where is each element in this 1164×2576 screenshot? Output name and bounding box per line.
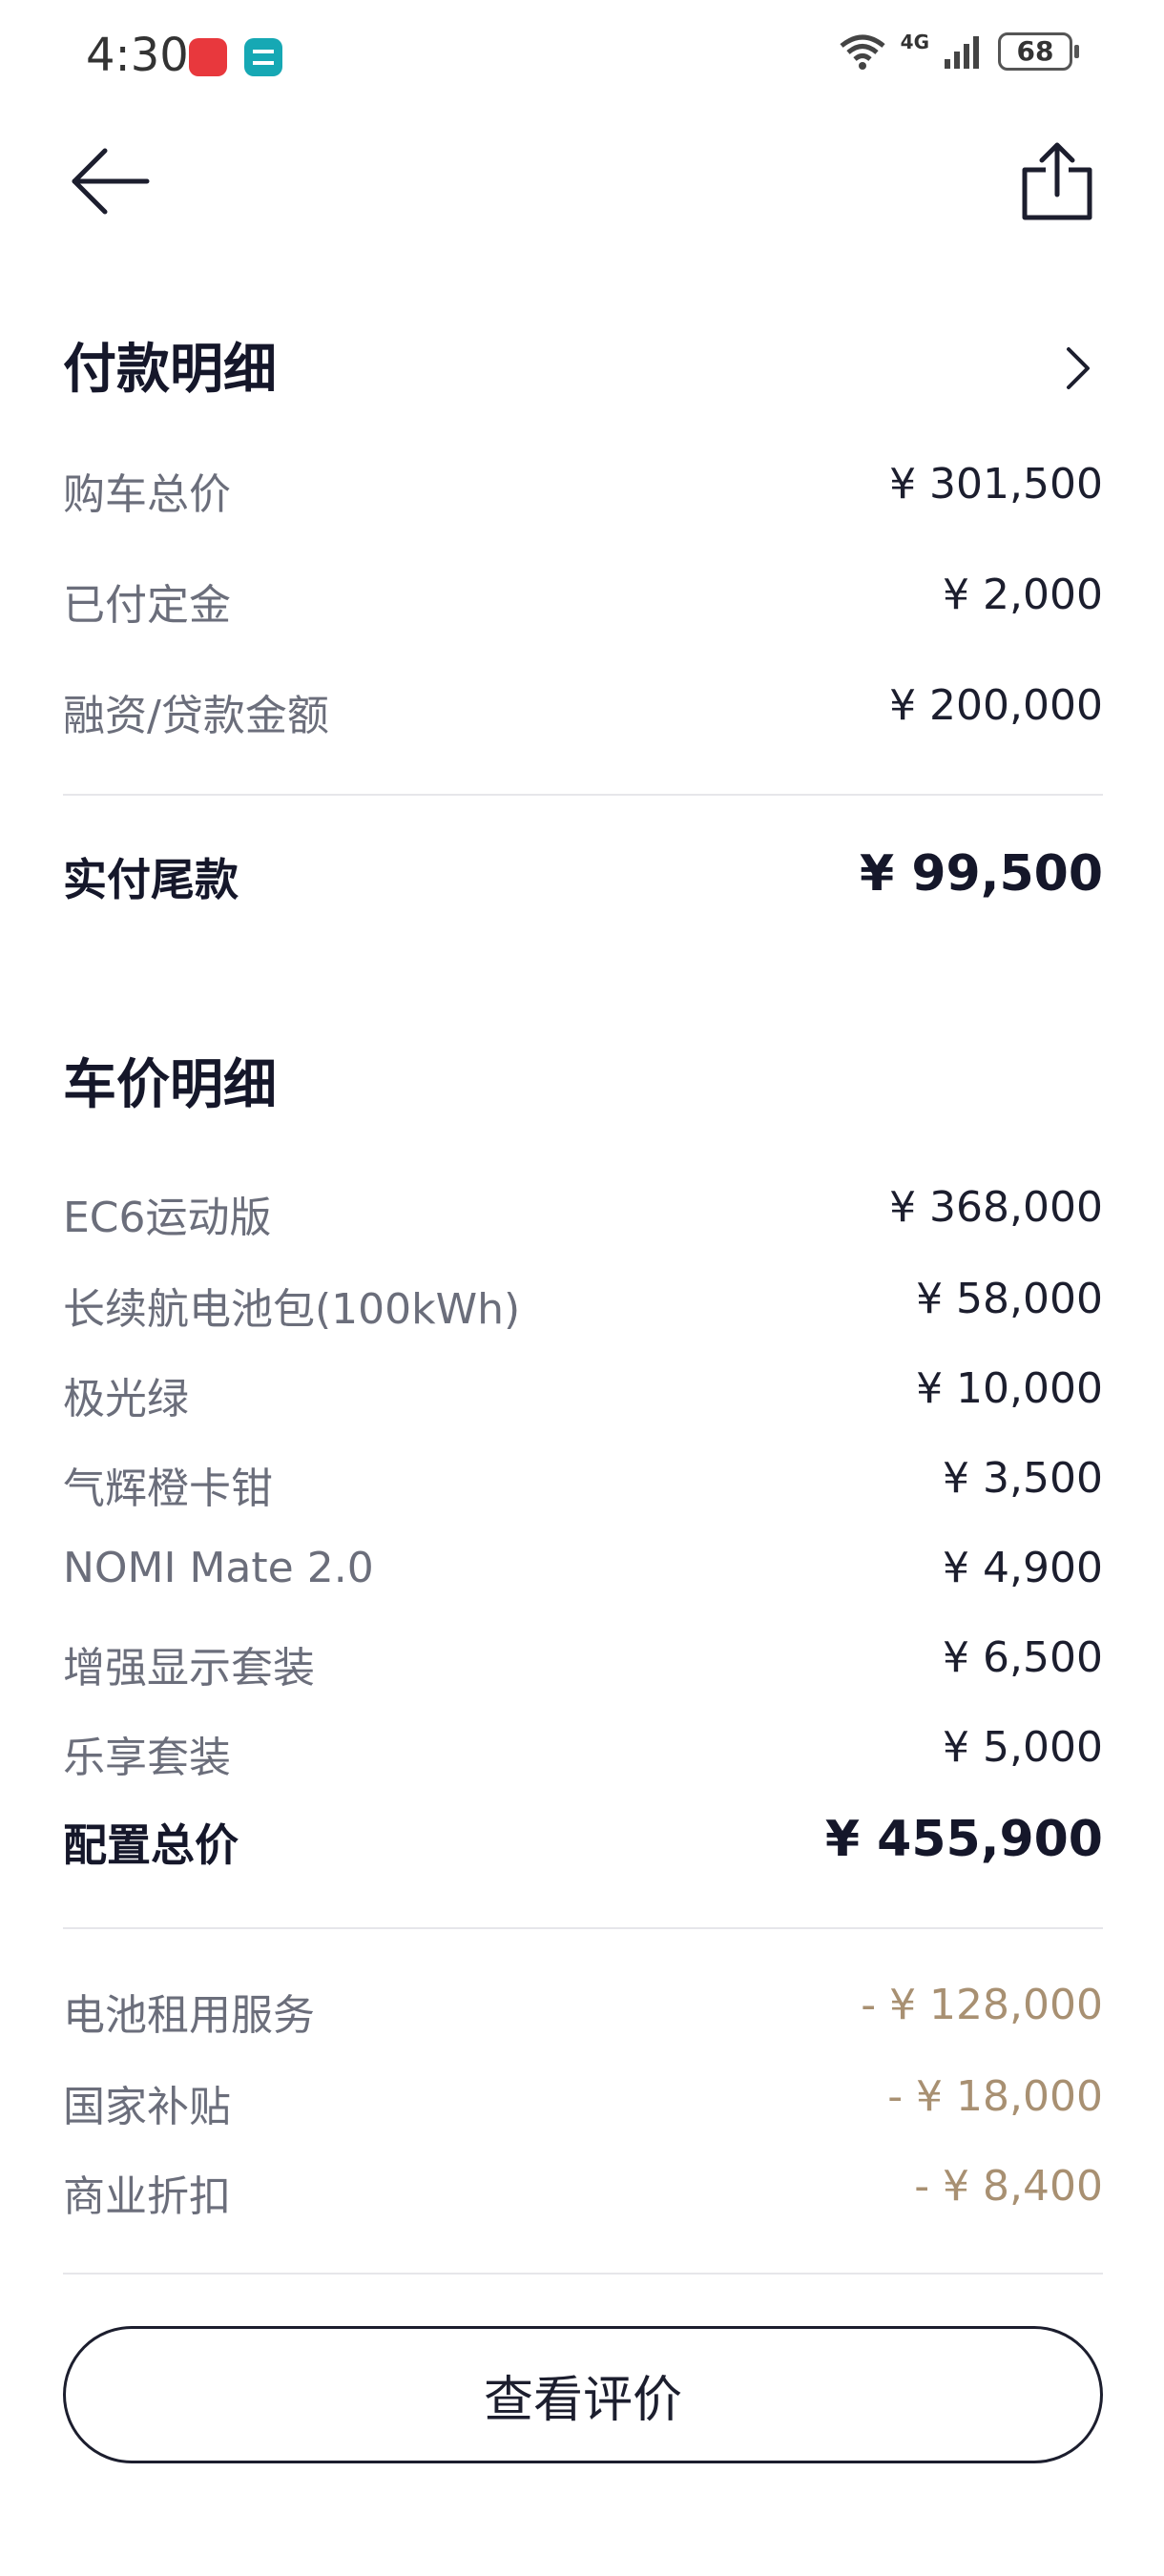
row-label: 购车总价 — [63, 470, 231, 519]
row-value: ¥ 200,000 — [889, 681, 1103, 730]
row-value: ¥ 10,000 — [916, 1364, 1103, 1413]
row-value: ¥ 455,900 — [824, 1811, 1103, 1868]
row-label: 气辉橙卡钳 — [63, 1465, 273, 1513]
status-time: 4:30 — [86, 29, 189, 82]
chevron-right-icon[interactable] — [1059, 340, 1097, 397]
row-value: ¥ 301,500 — [889, 460, 1103, 509]
row-label: EC6运动版 — [63, 1194, 272, 1242]
price-row: 气辉橙卡钳 ¥ 3,500 — [63, 1454, 1103, 1530]
wifi-icon — [840, 34, 885, 70]
nio-app-icon — [244, 38, 282, 76]
payment-section-title: 付款明细 — [63, 339, 277, 401]
status-indicators: 4G 68 — [838, 31, 1079, 71]
battery-icon: 68 — [998, 32, 1079, 71]
row-label: 配置总价 — [63, 1819, 239, 1871]
share-button[interactable] — [1019, 141, 1095, 221]
row-value: - ¥ 8,400 — [914, 2162, 1103, 2211]
payment-row-balance: 实付尾款 ¥ 99,500 — [63, 845, 1103, 922]
row-label: 长续航电池包(100kWh) — [63, 1285, 521, 1334]
price-section-title: 车价明细 — [63, 1054, 277, 1116]
network-type: 4G — [900, 31, 929, 53]
signal-icon — [945, 36, 979, 69]
row-value: ¥ 58,000 — [916, 1275, 1103, 1323]
price-row-config-total: 配置总价 ¥ 455,900 — [63, 1811, 1103, 1887]
price-row: 增强显示套装 ¥ 6,500 — [63, 1633, 1103, 1710]
row-value: ¥ 4,900 — [943, 1544, 1103, 1592]
row-value: - ¥ 18,000 — [887, 2072, 1103, 2121]
row-label: 融资/贷款金额 — [63, 692, 329, 740]
price-row: 极光绿 ¥ 10,000 — [63, 1364, 1103, 1441]
status-bar: 4:30 4G 68 — [0, 0, 1164, 114]
row-label: 极光绿 — [63, 1375, 189, 1423]
notification-app-icon — [189, 38, 227, 76]
discount-row: 商业折扣 - ¥ 8,400 — [63, 2162, 1103, 2238]
divider — [63, 2273, 1103, 2275]
row-value: ¥ 99,500 — [860, 845, 1103, 903]
back-arrow-icon — [72, 148, 150, 215]
row-label: 商业折扣 — [63, 2172, 231, 2221]
row-value: ¥ 3,500 — [943, 1454, 1103, 1503]
price-row: NOMI Mate 2.0 ¥ 4,900 — [63, 1544, 1103, 1620]
divider — [63, 794, 1103, 796]
row-value: ¥ 2,000 — [943, 571, 1103, 619]
row-label: 国家补贴 — [63, 2083, 231, 2131]
divider — [63, 1927, 1103, 1929]
row-label: 电池租用服务 — [63, 1991, 315, 2040]
price-row: EC6运动版 ¥ 368,000 — [63, 1183, 1103, 1259]
row-label: 实付尾款 — [63, 854, 239, 905]
view-reviews-button[interactable]: 查看评价 — [63, 2326, 1103, 2463]
row-label: 乐享套装 — [63, 1734, 231, 1782]
discount-row: 国家补贴 - ¥ 18,000 — [63, 2072, 1103, 2149]
discount-row: 电池租用服务 - ¥ 128,000 — [63, 1981, 1103, 2057]
row-label: NOMI Mate 2.0 — [63, 1544, 374, 1592]
back-button[interactable] — [67, 143, 153, 219]
payment-row-loan: 融资/贷款金额 ¥ 200,000 — [63, 681, 1103, 758]
share-icon — [1022, 142, 1092, 220]
price-row: 长续航电池包(100kWh) ¥ 58,000 — [63, 1275, 1103, 1351]
payment-row-total-price: 购车总价 ¥ 301,500 — [63, 460, 1103, 536]
row-label: 已付定金 — [63, 581, 231, 630]
row-value: - ¥ 128,000 — [861, 1981, 1103, 2029]
payment-row-deposit: 已付定金 ¥ 2,000 — [63, 571, 1103, 647]
row-label: 增强显示套装 — [63, 1644, 315, 1693]
row-value: ¥ 5,000 — [943, 1723, 1103, 1772]
row-value: ¥ 6,500 — [943, 1633, 1103, 1682]
price-row: 乐享套装 ¥ 5,000 — [63, 1723, 1103, 1799]
row-value: ¥ 368,000 — [889, 1183, 1103, 1232]
